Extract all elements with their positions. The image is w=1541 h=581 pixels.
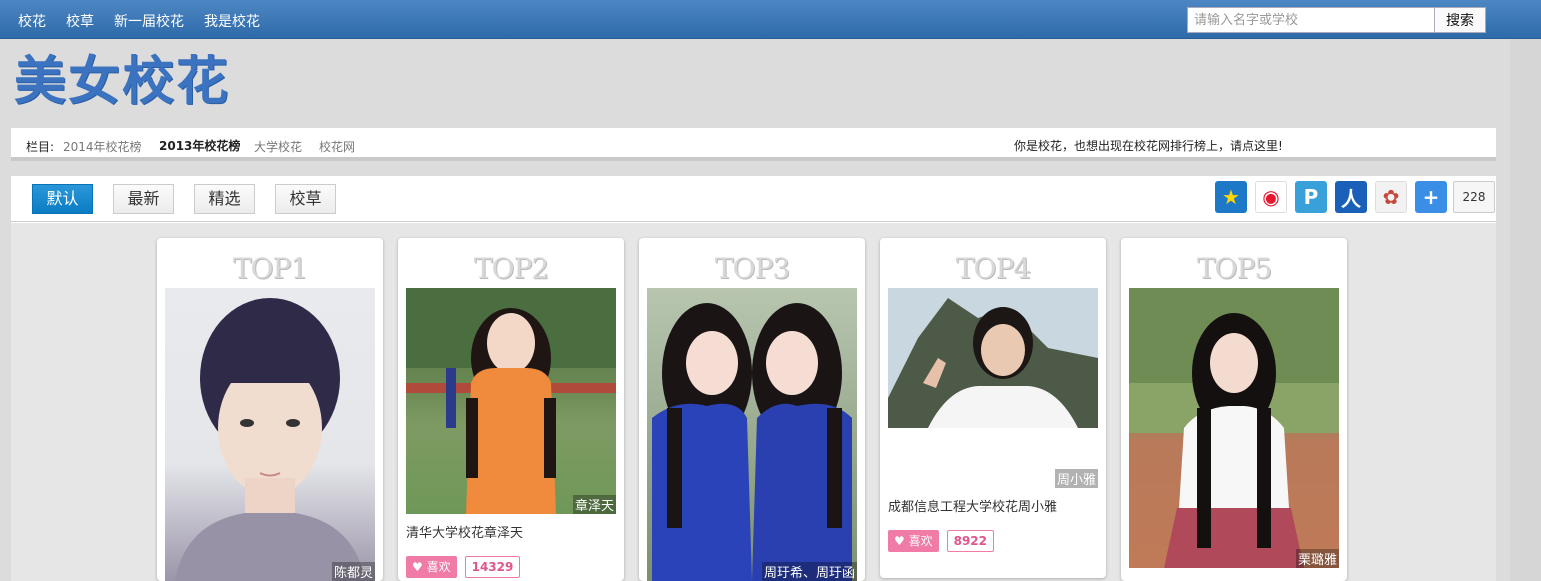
- photo-caption: 周小雅: [1054, 469, 1098, 488]
- search-input[interactable]: [1187, 7, 1435, 33]
- nav-i-am-xiaohua[interactable]: 我是校花: [204, 11, 260, 31]
- category-university[interactable]: 大学校花: [254, 138, 302, 155]
- search-button[interactable]: 搜索: [1434, 7, 1486, 33]
- like-button[interactable]: ♥ 喜欢: [406, 556, 457, 578]
- card-title[interactable]: 成都信息工程大学校花周小雅: [880, 488, 1106, 518]
- weibo-icon[interactable]: ◉: [1255, 181, 1287, 213]
- nav-xiaohua[interactable]: 校花: [18, 11, 46, 31]
- filter-bar: 默认 最新 精选 校草 ★ ◉ P 人 ✿ + 228: [11, 176, 1496, 222]
- tencent-weibo-icon[interactable]: P: [1295, 181, 1327, 213]
- filter-newest-button[interactable]: 最新: [113, 184, 174, 214]
- nav-xiaocao[interactable]: 校草: [66, 11, 94, 31]
- card-photo[interactable]: 栗璐雅: [1129, 288, 1339, 568]
- site-logo[interactable]: 美女校花: [14, 52, 230, 112]
- like-count: 8922: [946, 530, 995, 552]
- like-row: ♥ 喜欢 14329: [398, 544, 624, 578]
- renren-icon[interactable]: 人: [1335, 181, 1367, 213]
- card-photo[interactable]: 章泽天: [406, 288, 616, 514]
- filter-default-button[interactable]: 默认: [32, 184, 93, 214]
- card-title[interactable]: 清华大学校花章泽天: [398, 514, 624, 544]
- portrait-image: [888, 288, 1098, 428]
- filter-featured-button[interactable]: 精选: [194, 184, 255, 214]
- filter-xiaocao-button[interactable]: 校草: [275, 184, 336, 214]
- category-site[interactable]: 校花网: [319, 138, 355, 155]
- photo-caption: 栗璐雅: [1295, 549, 1339, 568]
- category-2014[interactable]: 2014年校花榜: [63, 138, 142, 155]
- category-2013[interactable]: 2013年校花榜: [159, 137, 240, 154]
- more-share-icon[interactable]: +: [1415, 181, 1447, 213]
- top-nav: 校花 校草 新一届校花 我是校花: [18, 11, 260, 31]
- card-rank: TOP2: [473, 252, 549, 285]
- heart-icon: ♥: [894, 534, 905, 548]
- join-notice-link[interactable]: 你是校花，也想出现在校花网排行榜上，请点这里!: [1014, 137, 1283, 154]
- scrollbar-track[interactable]: [1510, 39, 1541, 581]
- portrait-image: [406, 288, 616, 514]
- card-rank: TOP5: [1196, 252, 1272, 285]
- heart-icon: ♥: [412, 560, 423, 574]
- top-nav-bar: 校花 校草 新一届校花 我是校花 搜索: [0, 0, 1541, 39]
- ranking-card-3[interactable]: TOP3 周玗希、周玗函: [639, 238, 865, 581]
- card-rank: TOP1: [232, 252, 308, 285]
- card-rank: TOP3: [714, 252, 790, 285]
- portrait-image: [1129, 288, 1339, 568]
- card-photo[interactable]: 周小雅: [888, 288, 1098, 488]
- category-label: 栏目:: [26, 140, 55, 154]
- like-row: ♥ 喜欢 8922: [880, 518, 1106, 552]
- qzone-star-icon[interactable]: ★: [1215, 181, 1247, 213]
- like-count: 14329: [464, 556, 521, 578]
- ranking-card-4[interactable]: TOP4 周小雅 成都信息工程大学校花周小雅 ♥ 喜欢 8922: [880, 238, 1106, 578]
- kaixin-icon[interactable]: ✿: [1375, 181, 1407, 213]
- category-bar: 栏目: 2014年校花榜 2013年校花榜 大学校花 校花网 你是校花，也想出现…: [11, 128, 1496, 161]
- photo-caption: 周玗希、周玗函: [761, 562, 857, 581]
- card-photo[interactable]: 周玗希、周玗函: [647, 288, 857, 581]
- like-label: 喜欢: [908, 534, 933, 548]
- card-photo[interactable]: 陈都灵: [165, 288, 375, 581]
- ranking-card-5[interactable]: TOP5 栗璐雅: [1121, 238, 1347, 581]
- share-count: 228: [1453, 181, 1495, 213]
- photo-caption: 章泽天: [572, 495, 616, 514]
- ranking-card-2[interactable]: TOP2 章泽天 清华大学校花章泽天 ♥ 喜欢 14329: [398, 238, 624, 581]
- like-label: 喜欢: [426, 560, 451, 574]
- photo-caption: 陈都灵: [331, 562, 375, 581]
- portrait-image: [175, 298, 365, 581]
- like-button[interactable]: ♥ 喜欢: [888, 530, 939, 552]
- ranking-card-1[interactable]: TOP1 陈都灵: [157, 238, 383, 581]
- card-rank: TOP4: [955, 252, 1031, 285]
- portrait-image: [652, 303, 852, 581]
- nav-new-xiaohua[interactable]: 新一届校花: [114, 11, 184, 31]
